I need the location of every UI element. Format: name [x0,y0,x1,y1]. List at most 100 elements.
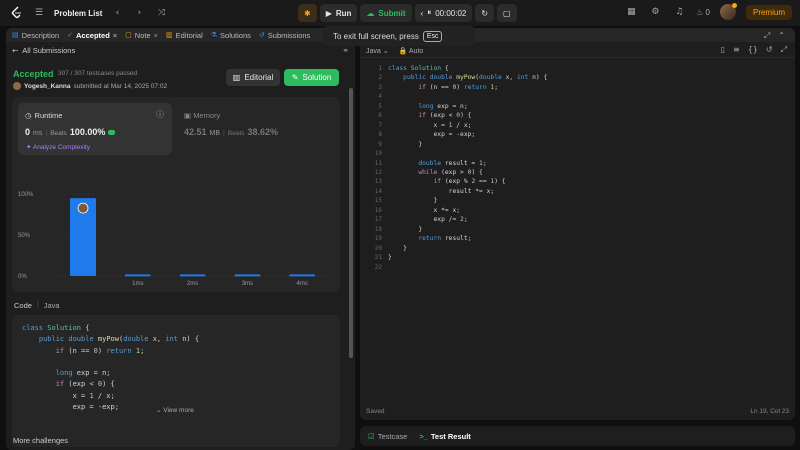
tab-accepted[interactable]: ✓ Accepted × [67,31,117,40]
scrollbar[interactable] [349,88,353,358]
prev-problem-icon[interactable]: ‹ [110,8,124,18]
y-tick-label: 50% [18,233,31,239]
language-select[interactable]: Java ⌄ [366,47,389,55]
x-tick-label: 1ms [132,281,143,287]
line-number: 9 [378,140,382,148]
tab-submissions[interactable]: ↺ Submissions [259,31,310,40]
line-number: 22 [374,263,382,271]
checkbox-icon: ☑ [368,431,375,441]
bar [124,274,151,277]
cloud-upload-icon: ☁ [366,8,375,18]
code-line: } [388,197,438,205]
fire-icon: ♨ [696,7,704,17]
line-number: 5 [378,102,382,110]
code-line: class Solution { [388,65,449,72]
maximize-icon[interactable]: ⤢ [764,31,770,41]
code-line: if (exp < 0) { [55,380,115,389]
format-icon[interactable]: ≡ [733,45,740,55]
solution-button[interactable]: ✎ Solution [284,69,339,86]
testcases-passed: 307 / 307 testcases passed [58,70,138,77]
premium-button[interactable]: Premium [745,4,792,20]
reset-timer-button[interactable]: ↻ [475,4,495,22]
code-line: double result = 1; [418,159,487,167]
submit-button[interactable]: ☁ Submit [360,4,412,22]
book-icon: ▥ [232,73,241,82]
problem-list-icon: ☰ [34,8,44,18]
code-line: } [388,225,423,233]
x-tick-label: 2ms [187,281,198,287]
shuffle-icon[interactable]: ⤨ [154,8,168,18]
collapse-icon[interactable]: ⌃ [778,31,785,41]
user-avatar[interactable] [719,3,737,20]
view-more-button[interactable]: ⌄ View more [156,406,194,414]
arrow-left-icon: ← [12,46,19,55]
problem-list-link[interactable]: Problem List [54,9,102,18]
streak-counter[interactable]: ♨ 0 [696,8,710,17]
username[interactable]: Yogesh_Kanna [24,83,70,90]
code-line: } [388,254,392,262]
close-tab-icon[interactable]: × [154,31,158,40]
run-button[interactable]: ▶ Run [319,4,358,22]
tab-test-result[interactable]: >_ Test Result [419,432,470,441]
esc-key: Esc [422,30,443,42]
share-link-icon[interactable]: ⚭ [342,46,349,55]
code-line: if (exp % 2 == 1) { [433,178,506,186]
code-line: public double myPow(double x, int n) { [403,74,548,82]
console-panel: ☑ Testcase >_ Test Result [360,426,795,446]
layout-grid-icon[interactable]: ▦ [624,7,638,17]
braces-icon[interactable]: {} [748,45,758,55]
code-line: class Solution { [22,324,90,332]
settings-icon[interactable]: ⚙ [648,7,662,17]
debug-button[interactable]: ✱ [298,4,317,22]
notifications-icon[interactable]: ♫ [672,7,686,17]
tab-label: Submissions [267,30,311,40]
back-to-submissions[interactable]: ← All Submissions [12,46,75,55]
tab-note[interactable]: ▢ Note × [125,31,158,40]
solution-label: Solution [302,73,332,82]
tab-label: Accepted [76,30,110,40]
line-number: 1 [378,65,382,72]
fullscreen-toast: To exit full screen, press Esc [323,26,475,46]
tab-editorial[interactable]: ▥ Editorial [166,31,203,40]
bug-icon: ✱ [304,8,311,18]
tab-solutions[interactable]: ⚗ Solutions [211,31,251,40]
collapse-timer-icon: ‹ [420,8,424,18]
leetcode-logo-icon[interactable] [10,6,24,20]
flask-icon: ⚗ [210,31,218,39]
tab-label: Description [21,30,60,40]
timer[interactable]: ‹ ⏸ 00:00:02 [414,4,473,22]
performance-stats: ◷ Runtime ⓘ 0 ms | Beats 100.00% ✦ Analyz… [12,97,340,292]
tab-testcase[interactable]: ☑ Testcase [368,432,407,441]
autocomplete-mode[interactable]: 🔒 Auto [399,47,424,55]
code-editor[interactable]: class Solution { public double myPow(dou… [388,64,547,272]
bookmark-icon[interactable]: ▯ [721,45,725,55]
close-tab-icon[interactable]: × [113,31,117,40]
reset-code-icon[interactable]: ↺ [766,45,773,55]
code-header: Code | Java [14,301,60,310]
chevron-down-icon: ⌄ [382,47,389,55]
editorial-button[interactable]: ▥ Editorial [226,69,280,86]
note-icon: ▢ [503,8,511,18]
notes-button[interactable]: ▢ [497,4,517,22]
code-line: x *= x; [388,206,461,214]
line-number: 3 [378,83,382,91]
code-line: long exp = n; [55,369,111,378]
code-line: result *= x; [388,187,495,195]
line-number: 16 [374,206,382,214]
mode-label: Auto [408,47,424,55]
tab-description[interactable]: ▤ Description [12,31,59,40]
line-number: 7 [378,121,382,129]
bar [234,274,261,277]
code-line: public double myPow(double x, int n) { [38,335,200,344]
code-line: } [388,244,407,252]
fullscreen-icon[interactable]: ⤢ [781,45,787,55]
line-number: 11 [374,159,382,167]
editor-tools: ▯ ≡ {} ↺ ⤢ [721,45,787,55]
line-number: 13 [374,178,382,186]
reset-icon: ↻ [481,8,489,18]
next-problem-icon[interactable]: › [132,8,146,18]
code-preview[interactable]: class Solution { public double myPow(dou… [12,315,340,447]
line-number: 21 [374,254,382,262]
line-number: 18 [374,225,382,233]
